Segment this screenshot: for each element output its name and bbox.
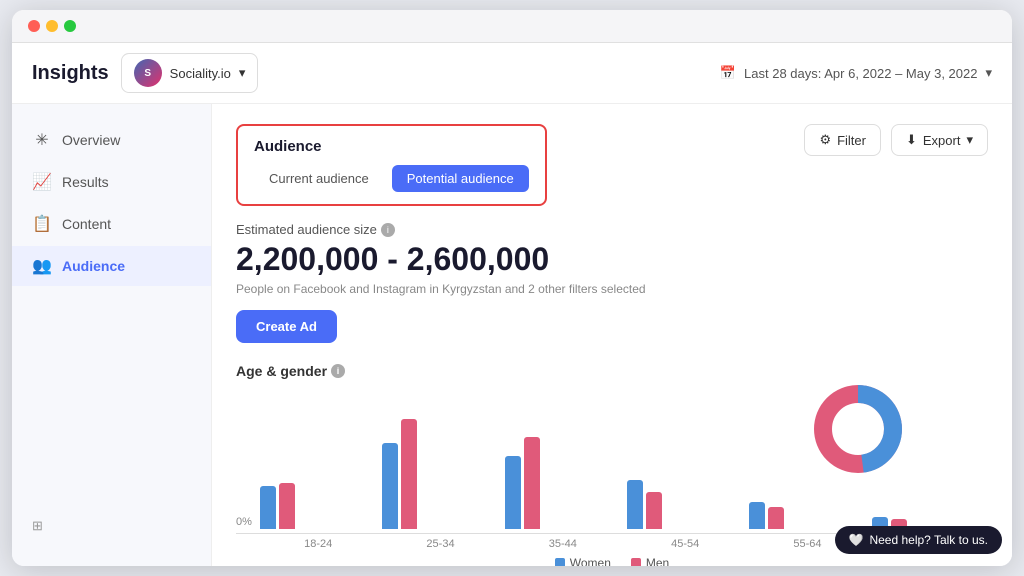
heart-icon: 🤍: [849, 533, 864, 547]
women-dot: [555, 558, 565, 566]
results-icon: 📈: [32, 172, 52, 192]
x-label-25-34: 25-34: [382, 538, 498, 550]
men-bar: [279, 483, 295, 529]
maximize-button[interactable]: [64, 20, 76, 32]
export-icon: ⬇: [906, 132, 917, 148]
calendar-icon: 📅: [720, 65, 736, 81]
date-chevron-icon: ▾: [985, 65, 992, 81]
age-gender-info-icon: i: [331, 364, 345, 378]
sidebar-label-results: Results: [62, 174, 109, 190]
header-left: Insights S Sociality.io ▾: [32, 53, 258, 93]
women-bar: [382, 443, 398, 529]
export-button[interactable]: ⬇ Export ▾: [891, 124, 988, 156]
content-area: Audience Current audience Potential audi…: [212, 104, 1012, 566]
sidebar-nav: ✳ Overview 📈 Results 📋 Content 👥 Audienc…: [12, 120, 211, 286]
sidebar-label-content: Content: [62, 216, 111, 232]
x-label-18-24: 18-24: [260, 538, 376, 550]
sidebar-label-audience: Audience: [62, 258, 125, 274]
audience-tabs: Current audience Potential audience: [254, 165, 529, 192]
men-bar: [401, 419, 417, 529]
tab-potential-audience[interactable]: Potential audience: [392, 165, 529, 192]
bar-group-35-44: [505, 437, 621, 529]
women-bar: [260, 486, 276, 529]
sidebar-footer[interactable]: ⊞: [12, 502, 211, 550]
chevron-down-icon: ▾: [239, 65, 246, 81]
men-label: Men: [646, 556, 669, 566]
date-range-selector[interactable]: 📅 Last 28 days: Apr 6, 2022 – May 3, 202…: [720, 65, 992, 81]
women-bar: [505, 456, 521, 529]
age-gender-title: Age & gender i: [236, 363, 988, 379]
men-bar: [524, 437, 540, 529]
sidebar: ✳ Overview 📈 Results 📋 Content 👥 Audienc…: [12, 104, 212, 566]
bar-group-55-64: [749, 502, 865, 529]
content-icon: 📋: [32, 214, 52, 234]
legend-men: Men 52.1%: [631, 556, 669, 566]
filter-button[interactable]: ⚙ Filter: [804, 124, 881, 156]
filter-icon: ⚙: [819, 132, 831, 148]
close-button[interactable]: [28, 20, 40, 32]
main-content: ✳ Overview 📈 Results 📋 Content 👥 Audienc…: [12, 104, 1012, 566]
app-header: Insights S Sociality.io ▾ 📅 Last 28 days…: [12, 43, 1012, 104]
tab-current-audience[interactable]: Current audience: [254, 165, 384, 192]
bar-group-18-24: [260, 483, 376, 529]
sidebar-label-overview: Overview: [62, 132, 120, 148]
content-header: Audience Current audience Potential audi…: [236, 124, 988, 206]
header-actions: ⚙ Filter ⬇ Export ▾: [804, 124, 988, 156]
brand-name: Sociality.io: [170, 66, 231, 81]
chart-legend: Women 47.9% Men 52.1%: [236, 556, 988, 566]
y-axis-label: 0%: [236, 516, 252, 528]
x-label-45-54: 45-54: [627, 538, 743, 550]
audience-icon: 👥: [32, 256, 52, 276]
sidebar-item-overview[interactable]: ✳ Overview: [12, 120, 211, 160]
women-label: Women: [570, 556, 611, 566]
info-icon: i: [381, 223, 395, 237]
brand-logo: S: [134, 59, 162, 87]
audience-size: 2,200,000 - 2,600,000: [236, 241, 988, 278]
audience-box-title: Audience: [254, 138, 529, 155]
help-text: Need help? Talk to us.: [869, 533, 988, 547]
audience-desc: People on Facebook and Instagram in Kyrg…: [236, 282, 988, 296]
x-label-35-44: 35-44: [505, 538, 621, 550]
men-bar: [646, 492, 662, 529]
bars-row: [236, 399, 988, 529]
date-range-text: Last 28 days: Apr 6, 2022 – May 3, 2022: [744, 66, 977, 81]
legend-women: Women 47.9%: [555, 556, 611, 566]
traffic-lights: [28, 20, 76, 32]
bar-group-45-54: [627, 480, 743, 529]
app-title: Insights: [32, 62, 109, 85]
bar-group-25-34: [382, 419, 498, 529]
women-bar: [749, 502, 765, 529]
minimize-button[interactable]: [46, 20, 58, 32]
sidebar-item-results[interactable]: 📈 Results: [12, 162, 211, 202]
estimated-label: Estimated audience size i: [236, 222, 988, 237]
create-ad-button[interactable]: Create Ad: [236, 310, 337, 343]
sidebar-toggle-icon: ⊞: [32, 518, 43, 534]
sidebar-item-content[interactable]: 📋 Content: [12, 204, 211, 244]
brand-selector[interactable]: S Sociality.io ▾: [121, 53, 259, 93]
women-bar: [627, 480, 643, 529]
title-bar: [12, 10, 1012, 43]
overview-icon: ✳: [32, 130, 52, 150]
men-dot: [631, 558, 641, 566]
men-bar: [768, 507, 784, 529]
export-chevron-icon: ▾: [966, 132, 973, 148]
audience-box: Audience Current audience Potential audi…: [236, 124, 547, 206]
sidebar-item-audience[interactable]: 👥 Audience: [12, 246, 211, 286]
help-badge[interactable]: 🤍 Need help? Talk to us.: [835, 526, 1002, 554]
